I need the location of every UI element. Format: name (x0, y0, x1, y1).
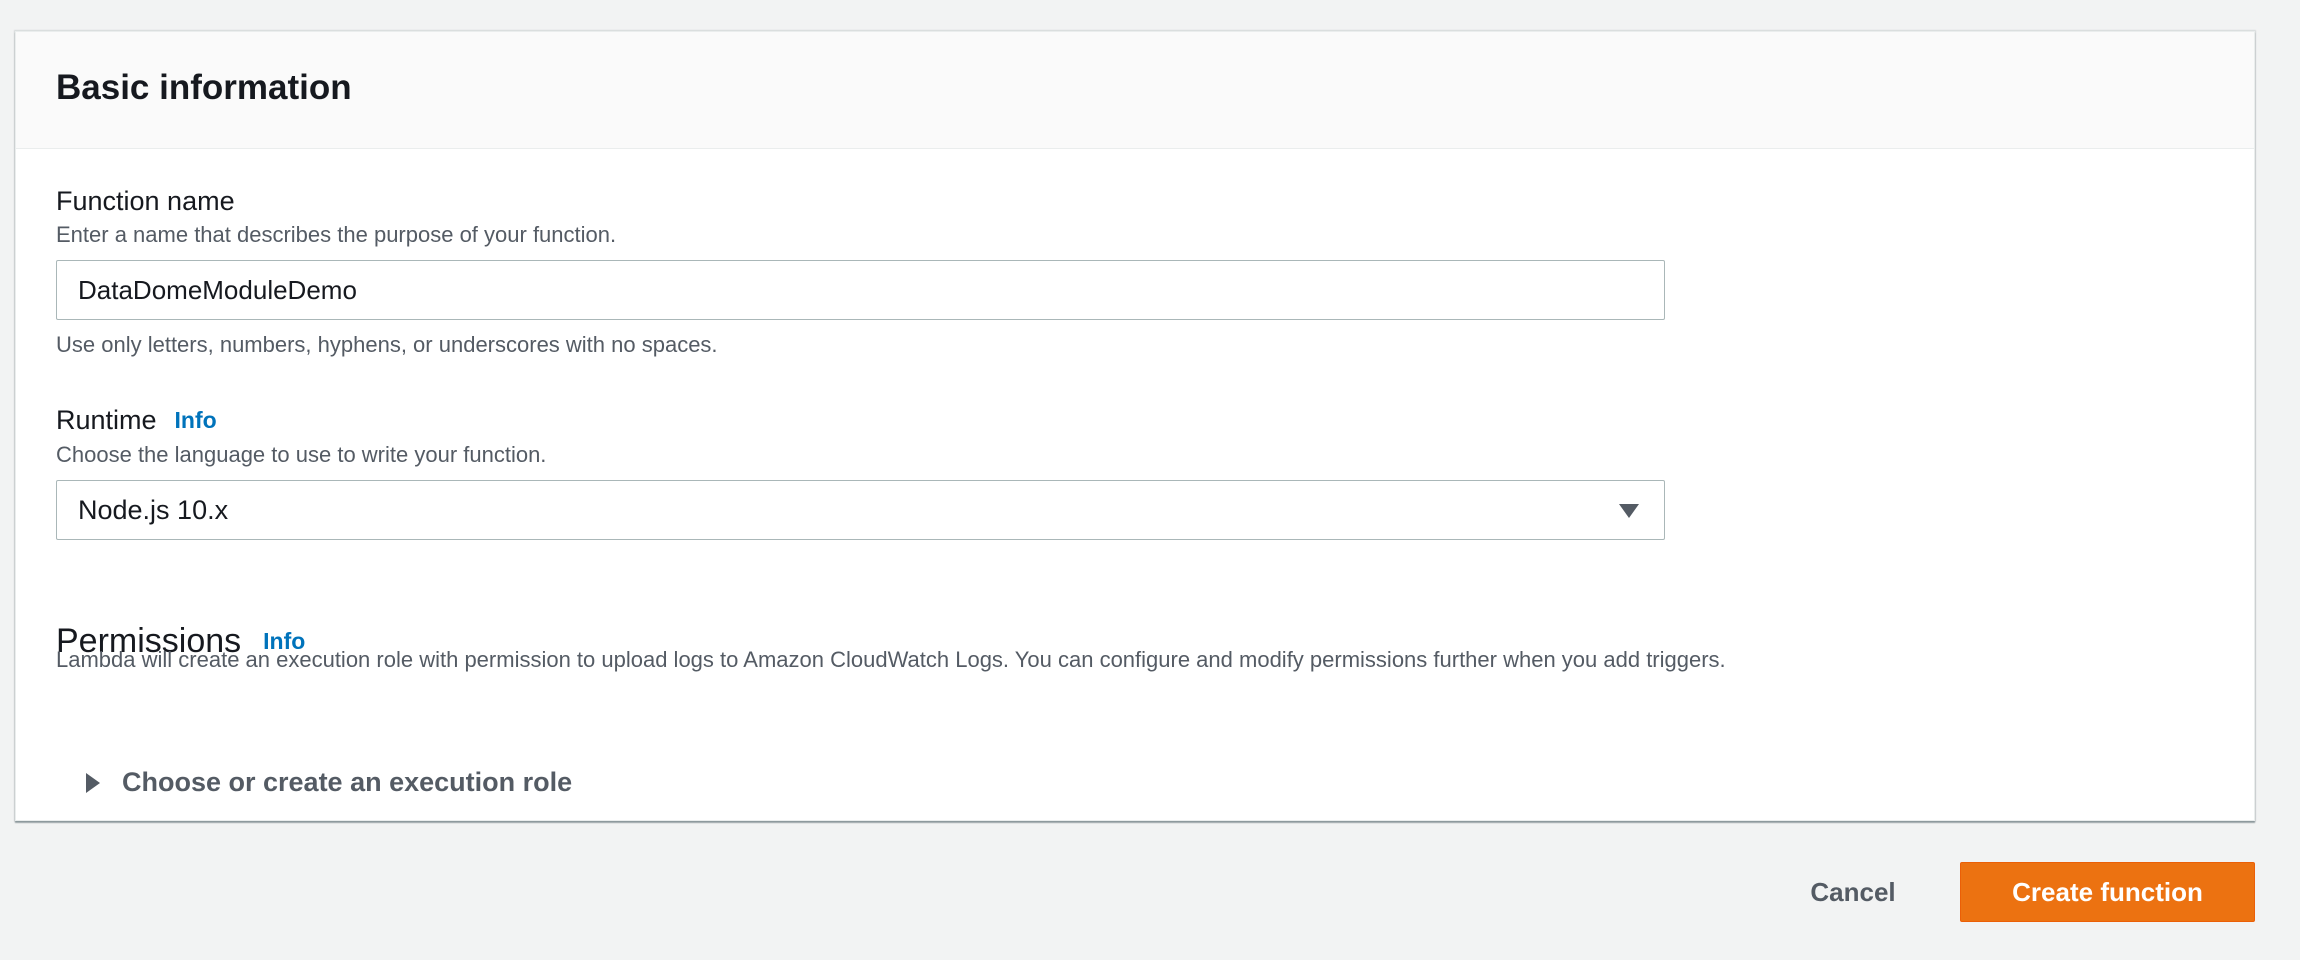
function-name-input[interactable] (56, 260, 1665, 320)
runtime-select[interactable]: Node.js 10.x (56, 480, 1665, 540)
execution-role-expander-label: Choose or create an execution role (122, 767, 573, 797)
basic-information-panel: Basic information Function name Enter a … (15, 31, 2255, 821)
runtime-label: Runtime (56, 405, 157, 435)
function-name-description: Enter a name that describes the purpose … (56, 222, 617, 247)
panel-title: Basic information (56, 68, 352, 107)
create-function-button[interactable]: Create function (1960, 862, 2255, 922)
function-name-label: Function name (56, 186, 235, 216)
function-name-constraint: Use only letters, numbers, hyphens, or u… (56, 332, 718, 357)
runtime-label-row: Runtime Info (56, 407, 217, 434)
panel-header: Basic information (16, 32, 2254, 149)
runtime-description: Choose the language to use to write your… (56, 442, 547, 467)
permissions-description: Lambda will create an execution role wit… (56, 647, 1726, 672)
caret-down-icon (1619, 504, 1639, 518)
cancel-button[interactable]: Cancel (1791, 862, 1915, 922)
runtime-selected-value: Node.js 10.x (78, 495, 229, 525)
runtime-info-link[interactable]: Info (175, 407, 217, 433)
caret-right-icon (86, 773, 100, 793)
